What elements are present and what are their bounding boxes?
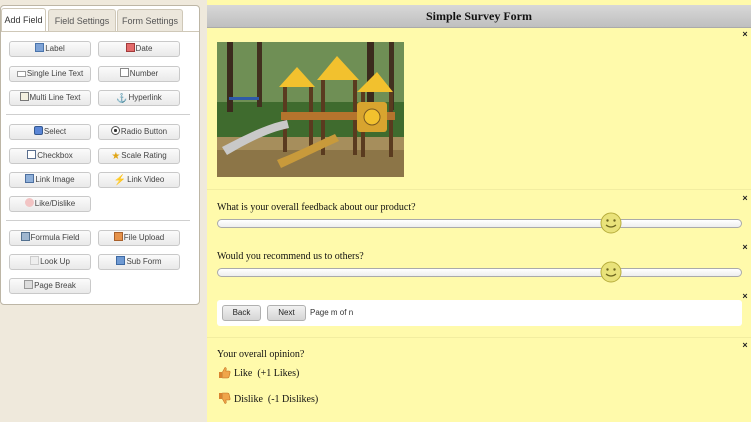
add-look-up-button[interactable]: Look Up xyxy=(9,254,91,270)
like-label: Like xyxy=(234,368,253,379)
add-single-line-text-button[interactable]: Single Line Text xyxy=(9,66,91,82)
dislike-button[interactable]: Dislike (-1 Dislikes) xyxy=(218,392,318,405)
remove-field-icon[interactable]: × xyxy=(741,341,749,350)
remove-field-icon[interactable]: × xyxy=(741,30,749,39)
smiley-slider-handle-icon[interactable] xyxy=(600,212,622,234)
field-divider xyxy=(207,337,751,338)
field-divider xyxy=(207,189,751,190)
tab-add-field[interactable]: Add Field xyxy=(1,8,46,32)
page-indicator: Page m of n xyxy=(310,308,354,317)
rating-slider-track[interactable] xyxy=(217,268,742,277)
add-hyperlink-button[interactable]: ⚓Hyperlink xyxy=(98,90,180,106)
dislike-label: Dislike xyxy=(234,394,263,405)
palette-divider xyxy=(6,220,190,221)
thumbs-up-icon xyxy=(219,367,231,379)
remove-field-icon[interactable]: × xyxy=(741,292,749,301)
add-number-text: Number xyxy=(129,69,159,78)
label-icon xyxy=(35,43,45,52)
question-label: What is your overall feedback about our … xyxy=(217,202,416,213)
opinion-question: Your overall opinion? xyxy=(217,349,305,360)
palette-divider xyxy=(6,114,190,115)
add-page-break-button[interactable]: Page Break xyxy=(9,278,91,294)
add-file-upload-text: File Upload xyxy=(123,233,165,242)
add-single-line-text-label: Single Line Text xyxy=(26,69,84,78)
checkbox-icon xyxy=(27,150,37,159)
like-count: (+1 Likes) xyxy=(257,368,300,379)
add-label-text: Label xyxy=(45,44,65,53)
add-look-up-text: Look Up xyxy=(40,257,70,266)
add-select-button[interactable]: Select xyxy=(9,124,91,140)
add-like-dislike-button[interactable]: Like/Dislike xyxy=(9,196,91,212)
add-scale-rating-text: Scale Rating xyxy=(121,151,167,160)
add-select-text: Select xyxy=(43,127,67,136)
field-palette-panel: Add Field Field Settings Form Settings L… xyxy=(0,5,200,305)
add-radio-button-button[interactable]: Radio Button xyxy=(98,124,180,140)
add-like-dislike-text: Like/Dislike xyxy=(34,199,76,208)
add-link-video-text: Link Video xyxy=(127,175,165,184)
add-formula-field-text: Formula Field xyxy=(30,233,80,242)
calculator-icon xyxy=(20,232,30,241)
add-number-button[interactable]: Number xyxy=(98,66,180,82)
number-field-icon xyxy=(119,68,129,77)
upload-icon xyxy=(113,232,123,241)
remove-field-icon[interactable]: × xyxy=(741,194,749,203)
add-page-break-text: Page Break xyxy=(34,281,76,290)
add-formula-field-button[interactable]: Formula Field xyxy=(9,230,91,246)
lightning-icon: ⚡ xyxy=(113,175,127,186)
add-file-upload-button[interactable]: File Upload xyxy=(98,230,180,246)
page-break-icon xyxy=(24,280,34,289)
playground-image xyxy=(217,42,404,177)
page-navigation: Back Next Page m of n xyxy=(217,300,742,326)
tab-form-settings[interactable]: Form Settings xyxy=(117,9,183,31)
back-button[interactable]: Back xyxy=(222,305,261,321)
form-canvas: Simple Survey Form × × What is your over… xyxy=(207,0,751,422)
add-checkbox-text: Checkbox xyxy=(37,151,73,160)
add-link-image-button[interactable]: Link Image xyxy=(9,172,91,188)
next-button[interactable]: Next xyxy=(267,305,306,321)
calendar-icon xyxy=(125,43,135,52)
dropdown-icon xyxy=(33,126,43,135)
subform-icon xyxy=(116,256,126,265)
dislike-count: (-1 Dislikes) xyxy=(267,394,319,405)
add-scale-rating-button[interactable]: ★Scale Rating xyxy=(98,148,180,164)
add-radio-button-text: Radio Button xyxy=(120,127,168,136)
add-date-text: Date xyxy=(135,44,153,53)
text-field-icon xyxy=(16,71,26,77)
remove-field-icon[interactable]: × xyxy=(741,243,749,252)
tab-field-settings[interactable]: Field Settings xyxy=(48,9,116,31)
add-sub-form-text: Sub Form xyxy=(126,257,162,266)
add-multi-line-text-label: Multi Line Text xyxy=(29,93,81,102)
palette-tabs: Add Field Field Settings Form Settings xyxy=(1,6,200,32)
radio-icon xyxy=(110,126,120,135)
add-date-button[interactable]: Date xyxy=(98,41,180,57)
tab-underline xyxy=(1,31,199,32)
form-title: Simple Survey Form xyxy=(207,5,751,28)
add-multi-line-text-button[interactable]: Multi Line Text xyxy=(9,90,91,106)
star-icon: ★ xyxy=(111,151,121,162)
add-link-image-text: Link Image xyxy=(35,175,75,184)
add-checkbox-button[interactable]: Checkbox xyxy=(9,148,91,164)
like-dislike-icon xyxy=(24,198,34,207)
add-link-video-button[interactable]: ⚡Link Video xyxy=(98,172,180,188)
image-icon xyxy=(25,174,35,183)
textarea-icon xyxy=(19,92,29,101)
rating-slider-track[interactable] xyxy=(217,219,742,228)
smiley-slider-handle-icon[interactable] xyxy=(600,261,622,283)
lookup-icon xyxy=(30,256,40,265)
thumbs-down-icon xyxy=(219,392,231,404)
add-sub-form-button[interactable]: Sub Form xyxy=(98,254,180,270)
like-button[interactable]: Like (+1 Likes) xyxy=(218,366,299,379)
add-label-button[interactable]: Label xyxy=(9,41,91,57)
add-hyperlink-text: Hyperlink xyxy=(128,93,162,102)
question-label: Would you recommend us to others? xyxy=(217,251,364,262)
anchor-icon: ⚓ xyxy=(116,93,128,103)
